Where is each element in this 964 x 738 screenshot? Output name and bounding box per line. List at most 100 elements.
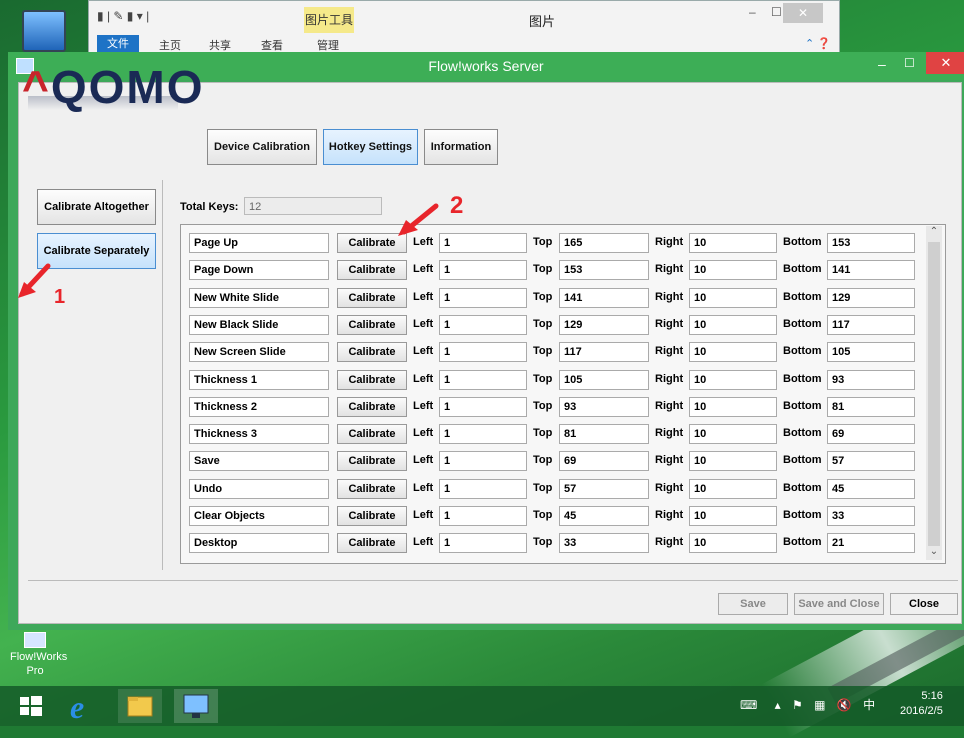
clock[interactable]: 5:16 2016/2/5 bbox=[900, 689, 943, 719]
picture-tools-context-tab[interactable]: 图片工具 bbox=[304, 7, 354, 33]
close-button[interactable]: Close bbox=[890, 593, 958, 615]
left-value-field[interactable]: 1 bbox=[439, 342, 527, 363]
calibrate-button[interactable]: Calibrate bbox=[337, 478, 407, 499]
left-value-field[interactable]: 1 bbox=[439, 314, 527, 335]
calibrate-button[interactable]: Calibrate bbox=[337, 342, 407, 363]
hotkey-name-field[interactable]: Undo bbox=[189, 478, 329, 499]
top-value-field[interactable]: 105 bbox=[559, 369, 649, 390]
left-value-field[interactable]: 1 bbox=[439, 260, 527, 281]
hotkey-name-field[interactable]: New Screen Slide bbox=[189, 342, 329, 363]
network-icon[interactable]: ▦ bbox=[814, 698, 825, 712]
list-scrollbar[interactable]: ⌃ ⌄ bbox=[926, 226, 942, 560]
bottom-value-field[interactable]: 93 bbox=[827, 369, 915, 390]
right-value-field[interactable]: 10 bbox=[689, 533, 777, 554]
save-and-close-button[interactable]: Save and Close bbox=[794, 593, 884, 615]
volume-muted-icon[interactable]: 🔇 bbox=[837, 698, 852, 712]
calibrate-button[interactable]: Calibrate bbox=[337, 396, 407, 417]
calibrate-button[interactable]: Calibrate bbox=[337, 369, 407, 390]
calibrate-button[interactable]: Calibrate bbox=[337, 451, 407, 472]
top-value-field[interactable]: 81 bbox=[559, 424, 649, 445]
quick-access-toolbar[interactable]: ▮ | ✎ ▮ ▾ | bbox=[97, 9, 149, 23]
file-explorer-icon[interactable] bbox=[118, 689, 162, 723]
right-value-field[interactable]: 10 bbox=[689, 342, 777, 363]
left-value-field[interactable]: 1 bbox=[439, 424, 527, 445]
left-value-field[interactable]: 1 bbox=[439, 451, 527, 472]
bottom-value-field[interactable]: 21 bbox=[827, 533, 915, 554]
hotkey-name-field[interactable]: Save bbox=[189, 451, 329, 472]
top-value-field[interactable]: 165 bbox=[559, 233, 649, 253]
left-value-field[interactable]: 1 bbox=[439, 369, 527, 390]
ribbon-tab-home[interactable]: 主页 bbox=[159, 37, 181, 53]
left-value-field[interactable]: 1 bbox=[439, 506, 527, 526]
top-value-field[interactable]: 69 bbox=[559, 451, 649, 472]
minimize-button[interactable]: – bbox=[878, 56, 886, 72]
top-value-field[interactable]: 129 bbox=[559, 314, 649, 335]
scroll-up-icon[interactable]: ⌃ bbox=[928, 226, 940, 240]
hotkey-name-field[interactable]: Page Up bbox=[189, 233, 329, 253]
bottom-value-field[interactable]: 153 bbox=[827, 233, 915, 253]
tab-hotkey-settings[interactable]: Hotkey Settings bbox=[323, 129, 418, 165]
calibrate-button[interactable]: Calibrate bbox=[337, 287, 407, 308]
top-value-field[interactable]: 141 bbox=[559, 287, 649, 308]
tray-expand-icon[interactable]: ▴ bbox=[775, 698, 781, 712]
tab-information[interactable]: Information bbox=[424, 129, 498, 165]
right-value-field[interactable]: 10 bbox=[689, 233, 777, 253]
hotkey-name-field[interactable]: New Black Slide bbox=[189, 314, 329, 335]
top-value-field[interactable]: 45 bbox=[559, 506, 649, 526]
bottom-value-field[interactable]: 33 bbox=[827, 506, 915, 526]
calibrate-altogether-button[interactable]: Calibrate Altogether bbox=[37, 189, 156, 225]
bottom-value-field[interactable]: 57 bbox=[827, 451, 915, 472]
flowworks-pro-desktop-icon[interactable]: Flow!Works Pro bbox=[10, 632, 67, 678]
left-value-field[interactable]: 1 bbox=[439, 233, 527, 253]
calibrate-button[interactable]: Calibrate bbox=[337, 314, 407, 335]
explorer-minimize-button[interactable]: – bbox=[749, 5, 756, 19]
left-value-field[interactable]: 1 bbox=[439, 396, 527, 417]
hotkey-name-field[interactable]: Page Down bbox=[189, 260, 329, 281]
hotkey-name-field[interactable]: Thickness 2 bbox=[189, 396, 329, 417]
close-window-button[interactable]: ✕ bbox=[926, 52, 964, 74]
right-value-field[interactable]: 10 bbox=[689, 478, 777, 499]
windows-start-icon[interactable] bbox=[10, 689, 54, 723]
scroll-down-icon[interactable]: ⌄ bbox=[928, 546, 940, 560]
hotkey-name-field[interactable]: Clear Objects bbox=[189, 506, 329, 526]
ribbon-tab-view[interactable]: 查看 bbox=[261, 37, 283, 53]
calibrate-button[interactable]: Calibrate bbox=[337, 533, 407, 554]
scroll-thumb[interactable] bbox=[928, 242, 940, 546]
bottom-value-field[interactable]: 117 bbox=[827, 314, 915, 335]
right-value-field[interactable]: 10 bbox=[689, 506, 777, 526]
explorer-maximize-button[interactable]: ☐ bbox=[771, 5, 782, 19]
hotkey-name-field[interactable]: Thickness 3 bbox=[189, 424, 329, 445]
top-value-field[interactable]: 93 bbox=[559, 396, 649, 417]
bottom-value-field[interactable]: 81 bbox=[827, 396, 915, 417]
left-value-field[interactable]: 1 bbox=[439, 533, 527, 554]
top-value-field[interactable]: 153 bbox=[559, 260, 649, 281]
calibrate-button[interactable]: Calibrate bbox=[337, 506, 407, 526]
bottom-value-field[interactable]: 105 bbox=[827, 342, 915, 363]
hotkey-name-field[interactable]: New White Slide bbox=[189, 287, 329, 308]
top-value-field[interactable]: 117 bbox=[559, 342, 649, 363]
hotkey-name-field[interactable]: Thickness 1 bbox=[189, 369, 329, 390]
top-value-field[interactable]: 33 bbox=[559, 533, 649, 554]
help-icon[interactable]: ⌃ ❓ bbox=[805, 37, 831, 50]
top-value-field[interactable]: 57 bbox=[559, 478, 649, 499]
right-value-field[interactable]: 10 bbox=[689, 314, 777, 335]
input-method-indicator[interactable]: 中 bbox=[863, 698, 875, 712]
keyboard-icon[interactable]: ⌨ bbox=[740, 698, 757, 712]
save-button[interactable]: Save bbox=[718, 593, 788, 615]
right-value-field[interactable]: 10 bbox=[689, 260, 777, 281]
right-value-field[interactable]: 10 bbox=[689, 424, 777, 445]
tab-device-calibration[interactable]: Device Calibration bbox=[207, 129, 317, 165]
maximize-button[interactable]: ☐ bbox=[904, 56, 915, 70]
action-center-icon[interactable]: ⚑ bbox=[792, 698, 803, 712]
hotkey-name-field[interactable]: Desktop bbox=[189, 533, 329, 554]
ribbon-tab-manage[interactable]: 管理 bbox=[317, 37, 339, 53]
right-value-field[interactable]: 10 bbox=[689, 396, 777, 417]
bottom-value-field[interactable]: 69 bbox=[827, 424, 915, 445]
bottom-value-field[interactable]: 129 bbox=[827, 287, 915, 308]
bottom-value-field[interactable]: 45 bbox=[827, 478, 915, 499]
left-value-field[interactable]: 1 bbox=[439, 287, 527, 308]
internet-explorer-icon[interactable]: e bbox=[64, 689, 108, 725]
computer-icon[interactable] bbox=[22, 10, 66, 52]
right-value-field[interactable]: 10 bbox=[689, 451, 777, 472]
bottom-value-field[interactable]: 141 bbox=[827, 260, 915, 281]
